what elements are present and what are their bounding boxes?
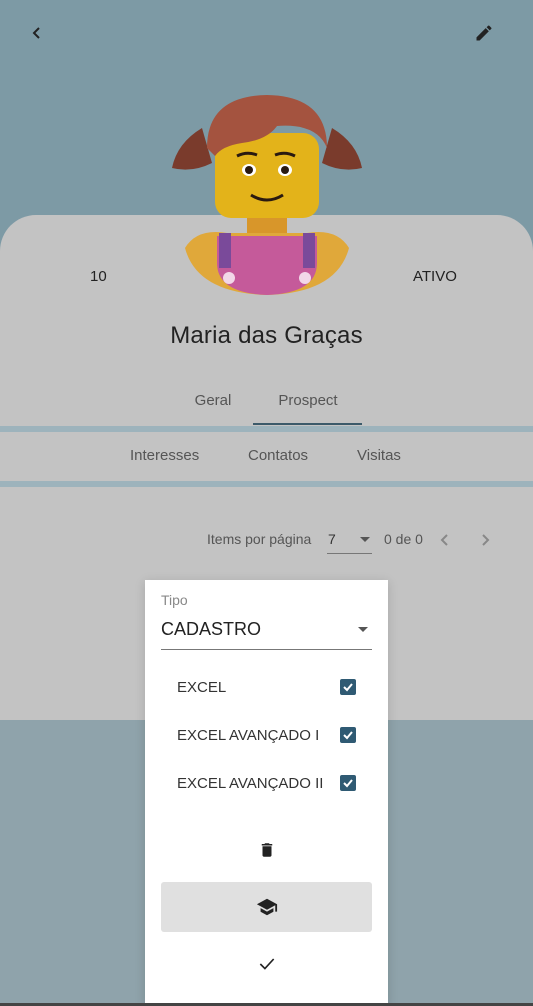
- avatar: [172, 95, 362, 295]
- interest-dialog: Tipo CADASTRO EXCEL EXCEL AVANÇADO I EXC…: [145, 580, 388, 1006]
- option-checkbox[interactable]: [340, 775, 356, 791]
- tipo-value: CADASTRO: [161, 619, 262, 639]
- edit-button[interactable]: [464, 13, 504, 53]
- page-size-value: 7: [328, 531, 336, 547]
- divider-band: [0, 426, 533, 432]
- page-range: 0 de 0: [384, 531, 423, 547]
- course-button[interactable]: [161, 882, 372, 932]
- confirm-button[interactable]: [161, 939, 372, 989]
- option-label: EXCEL: [177, 679, 227, 696]
- check-icon: [343, 731, 353, 740]
- tab-prospect[interactable]: Prospect: [266, 392, 350, 409]
- check-icon: [343, 683, 353, 692]
- check-icon: [343, 779, 353, 788]
- previous-page-button[interactable]: [425, 520, 465, 560]
- option-label: EXCEL AVANÇADO I: [177, 727, 320, 744]
- left-stat: 10: [90, 268, 107, 285]
- option-checkbox[interactable]: [340, 727, 356, 743]
- chevron-left-icon: [32, 27, 40, 39]
- subtab-interesses[interactable]: Interesses: [130, 447, 199, 464]
- divider-band: [0, 481, 533, 487]
- caret-down-icon: [360, 537, 370, 542]
- pencil-icon: [476, 25, 492, 41]
- delete-button[interactable]: [161, 825, 372, 875]
- tab-geral[interactable]: Geral: [192, 392, 234, 409]
- active-tab-indicator: [253, 423, 362, 425]
- status-badge: ATIVO: [413, 268, 457, 285]
- back-button[interactable]: [17, 13, 57, 53]
- subtab-contatos[interactable]: Contatos: [248, 447, 308, 464]
- option-checkbox[interactable]: [340, 679, 356, 695]
- next-page-button[interactable]: [465, 520, 505, 560]
- tipo-select[interactable]: CADASTRO: [161, 616, 372, 650]
- trash-icon: [261, 843, 272, 857]
- option-row: EXCEL AVANÇADO I: [177, 724, 357, 748]
- profile-name: Maria das Graças: [170, 322, 363, 349]
- chevron-left-icon: [440, 534, 448, 546]
- option-row: EXCEL AVANÇADO II: [177, 772, 357, 796]
- option-row: EXCEL: [177, 676, 357, 700]
- subtab-visitas[interactable]: Visitas: [357, 447, 401, 464]
- tipo-label: Tipo: [161, 592, 188, 608]
- chevron-right-icon: [482, 534, 490, 546]
- graduation-cap-icon: [256, 898, 277, 916]
- option-label: EXCEL AVANÇADO II: [177, 775, 324, 792]
- caret-down-icon: [358, 627, 368, 632]
- check-icon: [259, 958, 274, 970]
- page-size-select[interactable]: 7: [327, 524, 372, 554]
- items-per-page-label: Items por página: [207, 531, 312, 547]
